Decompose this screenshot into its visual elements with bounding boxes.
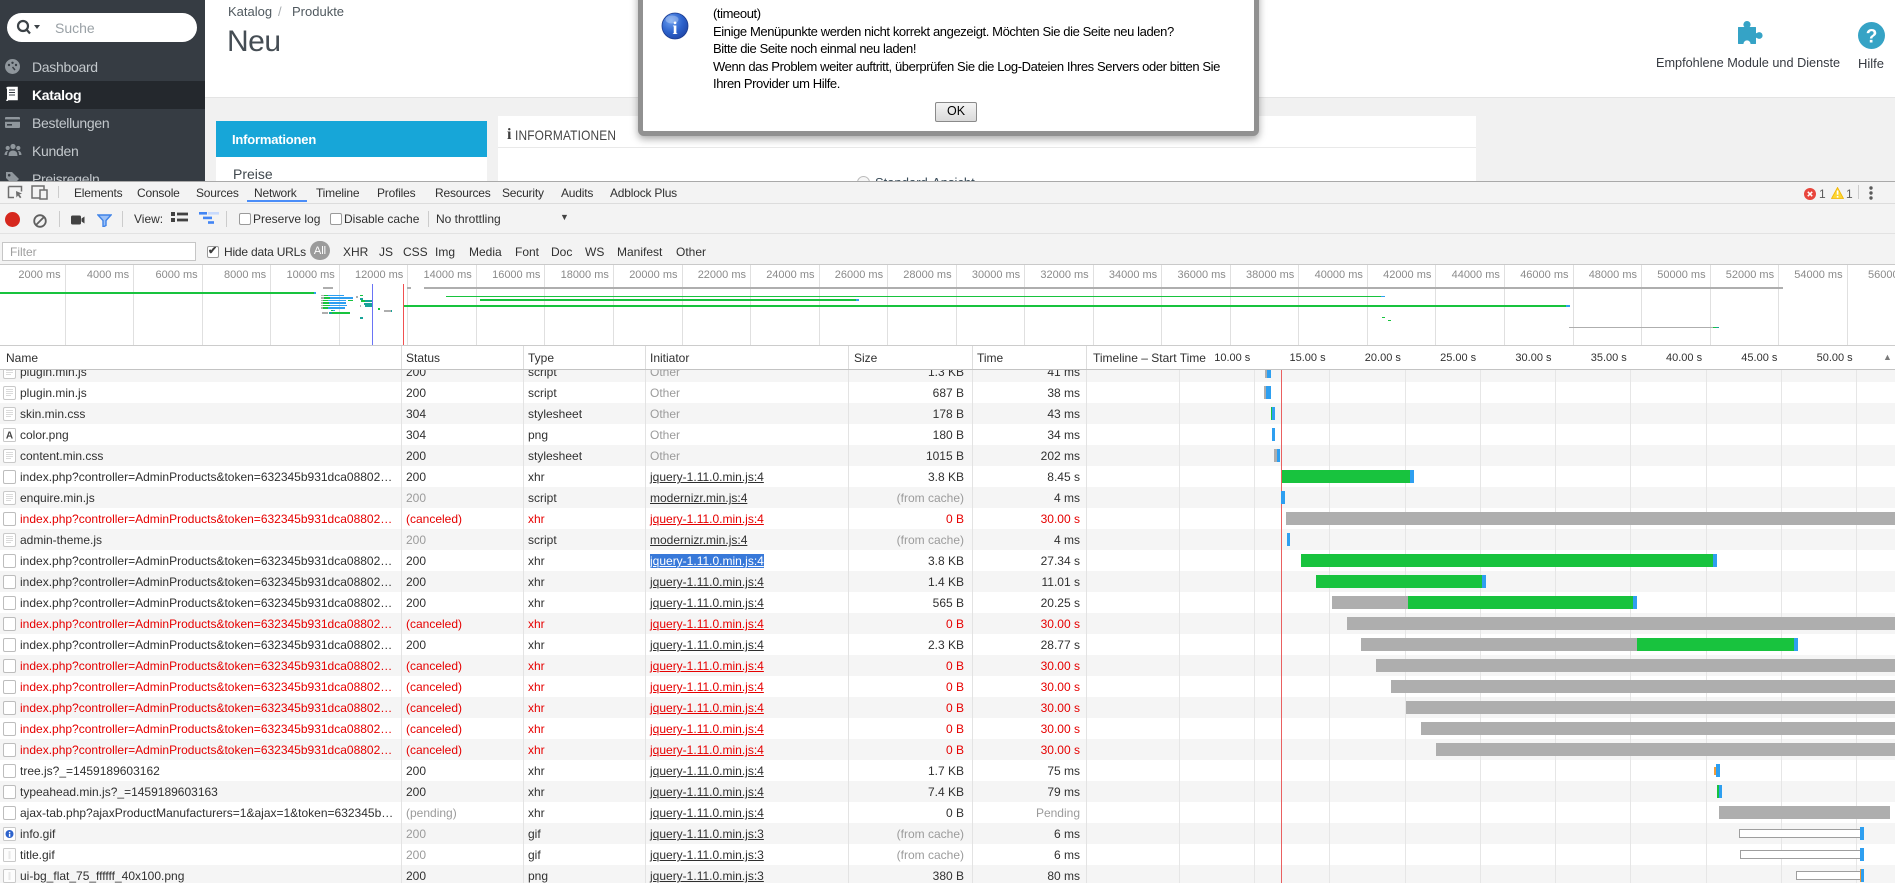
- svg-text:A: A: [6, 431, 13, 442]
- svg-text:i: i: [672, 18, 677, 38]
- svg-text:?: ?: [1866, 27, 1878, 48]
